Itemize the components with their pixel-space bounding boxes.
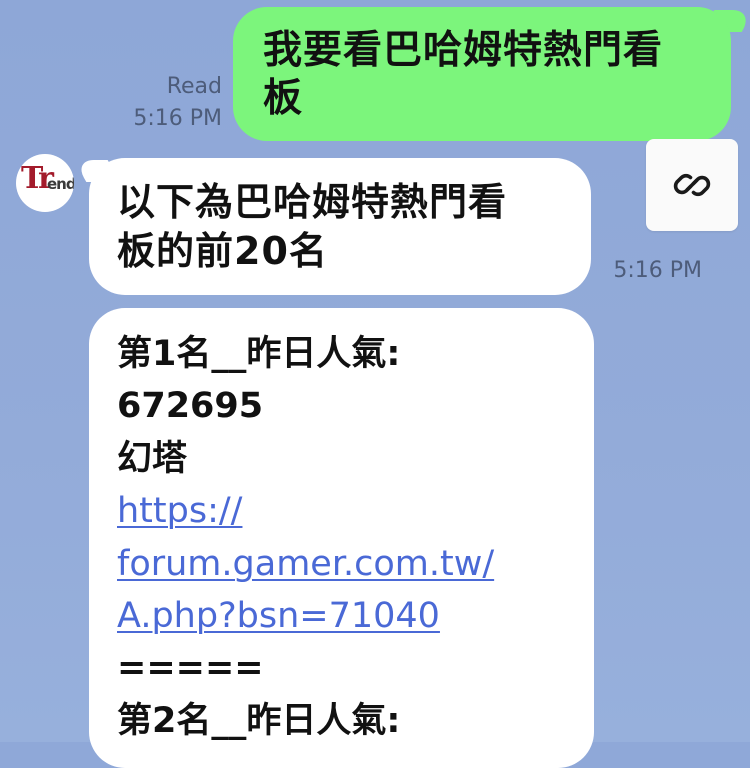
board-link[interactable]: A.php?bsn=71040 [117,596,440,636]
board-link[interactable]: forum.gamer.com.tw/ [117,544,494,584]
incoming-message-line: 以下為巴哈姆特熱門看 [117,180,508,224]
rank-line: 第2名__昨日人氣: [117,700,401,741]
outgoing-message-line: 我要看巴哈姆特熱門看 [263,28,664,73]
share-link-button[interactable] [646,139,738,231]
incoming-timestamp: 5:16 PM [613,258,702,283]
outgoing-message-line: 板 [263,76,304,121]
read-status: Read [166,74,222,99]
separator: ===== [117,648,264,689]
outgoing-timestamp: 5:16 PM [133,106,222,131]
incoming-message-line: 板的前20名 [117,229,328,273]
board-link[interactable]: https:// [117,491,242,531]
popularity-value: 672695 [117,386,264,427]
rank-line: 第1名__昨日人氣: [117,334,401,374]
incoming-message-bubble[interactable]: 以下為巴哈姆特熱門看 板的前20名 [89,158,591,295]
avatar[interactable]: Tr end [16,154,74,212]
outgoing-message-bubble[interactable]: 我要看巴哈姆特熱門看 板 [233,7,731,141]
board-name: 幻塔 [117,438,188,479]
avatar-logo-subtext: end [47,175,74,193]
link-icon [673,173,711,197]
chat-background: 我要看巴哈姆特熱門看 板 Read 5:16 PM Tr end 以下為巴哈姆特… [0,0,750,768]
incoming-message-bubble[interactable]: 第1名__昨日人氣: 672695 幻塔 https:// forum.game… [89,308,594,768]
